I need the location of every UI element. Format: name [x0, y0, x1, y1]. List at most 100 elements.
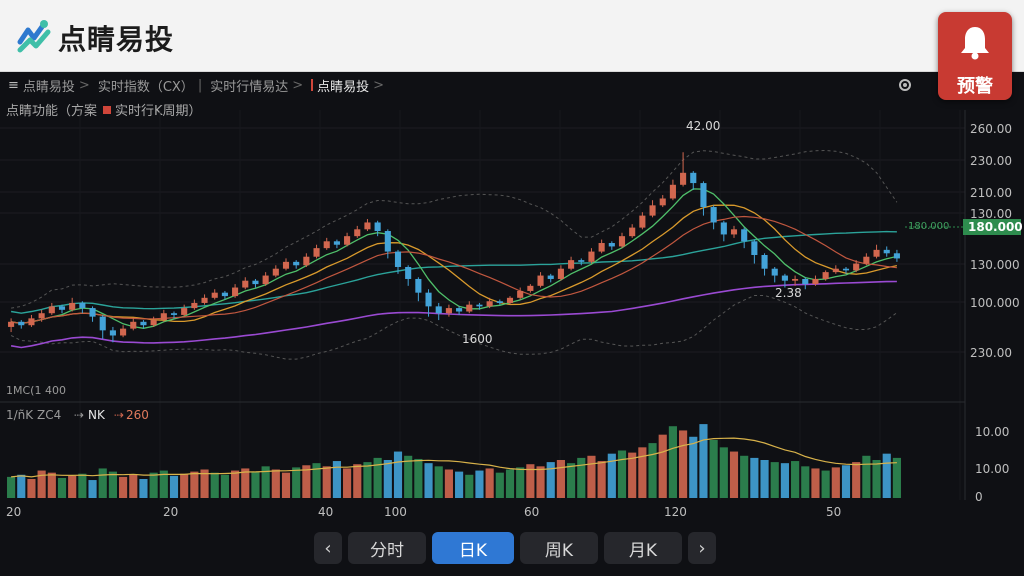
- candle-body: [333, 241, 340, 245]
- candle-body: [893, 253, 900, 259]
- price-axis-label: 130.000: [970, 258, 1020, 272]
- volume-bar: [47, 472, 56, 498]
- volume-bar: [811, 468, 820, 498]
- candle-body: [69, 302, 76, 310]
- breadcrumb-item[interactable]: ≡ 点睛易投 >: [8, 76, 90, 95]
- volume-bar: [332, 461, 341, 498]
- candle-body: [58, 306, 66, 310]
- volume-bar: [444, 469, 453, 498]
- volume-bar: [780, 463, 789, 498]
- volume-bar: [852, 462, 861, 498]
- ma-line-teal: [10, 230, 897, 314]
- volume-bar: [577, 457, 586, 498]
- candle-body: [517, 290, 524, 298]
- next-period-button[interactable]: ›: [688, 532, 716, 564]
- x-axis-label: 50: [826, 505, 841, 519]
- candle-body: [832, 268, 839, 273]
- candlestick-chart[interactable]: 260.00 230.00 210.00 130.00 130.000 100.…: [0, 96, 1024, 520]
- volume-bar: [363, 462, 372, 498]
- volume-bar: [57, 477, 67, 498]
- price-axis-label: 230.00: [970, 346, 1012, 360]
- volume-bar: [434, 466, 443, 498]
- alert-label: 预警: [957, 76, 993, 97]
- volume-bar: [556, 460, 565, 498]
- candle-body: [272, 268, 279, 276]
- volume-bar: [536, 466, 545, 498]
- volume-bar: [404, 455, 413, 498]
- candle-body: [313, 248, 320, 257]
- prev-period-button[interactable]: ‹: [314, 532, 342, 564]
- bell-icon: [961, 27, 989, 60]
- volume-bar: [770, 462, 779, 498]
- volume-axis-label: 0: [975, 490, 983, 504]
- candle-body: [201, 297, 208, 303]
- candle-body: [211, 292, 218, 298]
- tab-daily-k[interactable]: 日K: [432, 532, 514, 564]
- volume-bar: [27, 479, 36, 498]
- candle-body: [323, 241, 330, 249]
- volume-bar: [292, 467, 301, 498]
- volume-bar: [393, 451, 403, 498]
- x-axis-label: 100: [384, 505, 407, 519]
- volume-bar: [750, 457, 759, 498]
- low-right-annotation: 2.38: [775, 286, 802, 300]
- candle-body: [710, 207, 717, 223]
- logo-icon: [17, 20, 51, 53]
- breadcrumb-item[interactable]: 实时指数（CX） |: [98, 76, 202, 95]
- breadcrumb-item-active[interactable]: 点睛易投 >: [311, 76, 384, 95]
- candle-body: [781, 275, 788, 281]
- candle-body: [181, 308, 188, 315]
- candle-body: [435, 306, 442, 314]
- volume-bar: [220, 474, 229, 498]
- tab-monthly-k[interactable]: 月K: [604, 532, 682, 564]
- top-bar: 点睛易投: [0, 0, 1024, 72]
- volume-bar: [831, 467, 840, 498]
- volume-bar: [108, 471, 117, 498]
- candle-body: [170, 313, 178, 315]
- volume-bar: [516, 467, 525, 498]
- candle-body: [252, 280, 259, 285]
- candle-body: [853, 263, 860, 271]
- candle-body: [578, 260, 585, 262]
- volume-bar: [648, 443, 657, 498]
- candle-body: [588, 251, 595, 262]
- candle-body: [466, 304, 473, 312]
- volume-bar: [98, 468, 107, 498]
- volume-bar: [658, 434, 667, 498]
- volume-bar: [872, 460, 881, 498]
- price-axis-label: 100.000: [970, 296, 1020, 310]
- volume-bar: [546, 462, 555, 498]
- breadcrumb-item[interactable]: 实时行情易达 >: [210, 76, 303, 95]
- candle-body: [761, 255, 768, 269]
- candle-body: [486, 301, 493, 307]
- candle-body: [140, 321, 147, 326]
- candle-body: [568, 260, 575, 269]
- volume-bar: [17, 474, 26, 498]
- volume-axis-label: 10.00: [975, 462, 1009, 476]
- candle-body: [242, 280, 249, 288]
- volume-bar: [231, 470, 240, 498]
- candle-body: [415, 278, 422, 293]
- tab-intraday[interactable]: 分时: [348, 532, 426, 564]
- x-axis-label: 20: [163, 505, 178, 519]
- volume-bar: [709, 439, 718, 498]
- indicator-annotation: 1MC(1 400: [6, 384, 66, 397]
- candle-body: [527, 285, 534, 291]
- candle-body: [99, 316, 106, 331]
- alert-button[interactable]: 预警: [938, 12, 1012, 100]
- candle-body: [842, 268, 850, 271]
- volume-bar: [383, 460, 392, 498]
- candle-body: [629, 227, 636, 237]
- volume-bar: [7, 476, 16, 498]
- candle-body: [282, 261, 290, 269]
- candle-body: [812, 278, 819, 285]
- settings-icon[interactable]: [896, 76, 914, 94]
- volume-bar: [169, 475, 179, 498]
- volume-bar: [78, 473, 87, 498]
- active-marker: [311, 79, 314, 91]
- tab-weekly-k[interactable]: 周K: [520, 532, 598, 564]
- candle-body: [608, 243, 615, 247]
- volume-bar: [689, 436, 698, 498]
- dotted-price-label: 180.000: [908, 221, 949, 232]
- candle-body: [364, 222, 371, 230]
